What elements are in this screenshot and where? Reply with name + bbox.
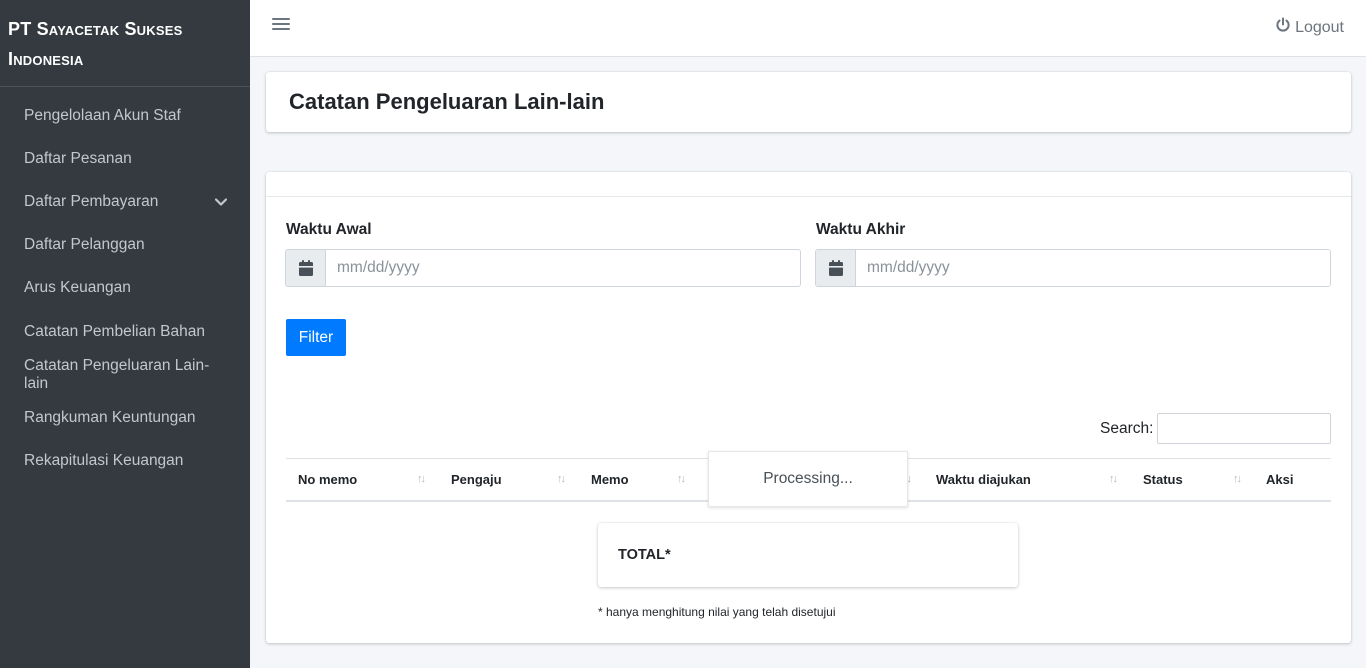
main-card: Waktu Awal Waktu Akhir Filter Search: No… (266, 172, 1351, 643)
page-title: Catatan Pengeluaran Lain-lain (289, 89, 605, 114)
column-header-waktu-diajukan[interactable]: Waktu diajukan (936, 459, 1031, 500)
column-header-aksi: Aksi (1266, 472, 1294, 487)
brand[interactable]: PT Sayacetak Sukses Indonesia (0, 0, 250, 87)
footnote: * hanya menghitung nilai yang telah dise… (598, 605, 836, 619)
column-header-pengaju[interactable]: Pengaju (451, 459, 502, 500)
sidebar-item-daftar-pesanan[interactable]: Daftar Pesanan (0, 137, 250, 180)
sidebar-item-catatan-pembelian-bahan[interactable]: Catatan Pembelian Bahan (0, 310, 250, 353)
page-header-card: Catatan Pengeluaran Lain-lain (266, 72, 1351, 132)
sort-icon[interactable]: ↑↓ (1233, 473, 1242, 485)
sidebar-item-catatan-pengeluaran-lain-lain[interactable]: Catatan Pengeluaran Lain-lain (0, 353, 250, 396)
logout-label: Logout (1295, 18, 1344, 36)
sidebar-item-label: Daftar Pembayaran (24, 192, 159, 210)
chevron-down-icon (214, 195, 228, 209)
sort-icon[interactable]: ↑↓ (557, 473, 566, 485)
total-box: TOTAL* (598, 523, 1018, 587)
sidebar-item-label: Rekapitulasi Keuangan (24, 452, 184, 470)
hamburger-icon[interactable] (272, 15, 290, 33)
sidebar-item-label: Daftar Pesanan (24, 149, 132, 167)
column-header-no-memo[interactable]: No memo (298, 459, 357, 500)
start-date-input[interactable] (326, 250, 800, 286)
sidebar-item-label: Rangkuman Keuntungan (24, 408, 196, 426)
sidebar-item-arus-keuangan[interactable]: Arus Keuangan (0, 267, 250, 310)
sidebar-item-label: Pengelolaan Akun Staf (24, 106, 181, 124)
search-input[interactable] (1157, 413, 1331, 444)
sidebar-item-label: Catatan Pengeluaran Lain-lain (24, 356, 210, 392)
brand-name-line1: PT Sayacetak Sukses (8, 19, 183, 39)
end-date-input[interactable] (856, 250, 1330, 286)
sort-icon[interactable]: ↑↓ (417, 473, 426, 485)
sidebar-item-label: Catatan Pembelian Bahan (24, 322, 205, 340)
card-divider (266, 196, 1351, 197)
power-icon (1275, 17, 1291, 38)
calendar-icon (816, 250, 856, 286)
logout-button[interactable]: Logout (1275, 17, 1344, 38)
sort-icon[interactable]: ↑↓ (677, 473, 686, 485)
sidebar-item-label: Arus Keuangan (24, 279, 131, 297)
start-date-group (285, 249, 801, 287)
filter-button[interactable]: Filter (286, 319, 346, 356)
sidebar-nav: Pengelolaan Akun Staf Daftar Pesanan Daf… (0, 87, 250, 483)
processing-indicator: Processing... (708, 451, 908, 507)
search-label: Search: (1100, 420, 1154, 437)
sidebar-item-rekapitulasi-keuangan[interactable]: Rekapitulasi Keuangan (0, 440, 250, 483)
sidebar: PT Sayacetak Sukses Indonesia Pengelolaa… (0, 0, 250, 668)
end-date-group (815, 249, 1331, 287)
end-date-label: Waktu Akhir (816, 221, 906, 238)
sidebar-item-pengelolaan-akun-staf[interactable]: Pengelolaan Akun Staf (0, 94, 250, 137)
sidebar-item-daftar-pelanggan[interactable]: Daftar Pelanggan (0, 224, 250, 267)
sort-icon[interactable]: ↑↓ (1109, 473, 1118, 485)
column-header-memo[interactable]: Memo (591, 459, 629, 500)
top-navbar: Logout (250, 0, 1366, 57)
sidebar-item-daftar-pembayaran[interactable]: Daftar Pembayaran (0, 180, 250, 223)
brand-name-line2: Indonesia (8, 49, 84, 69)
calendar-icon (286, 250, 326, 286)
column-header-status[interactable]: Status (1143, 459, 1183, 500)
sidebar-item-rangkuman-keuntungan[interactable]: Rangkuman Keuntungan (0, 396, 250, 439)
total-label: TOTAL* (618, 547, 671, 563)
start-date-label: Waktu Awal (286, 221, 372, 238)
sidebar-item-label: Daftar Pelanggan (24, 236, 145, 254)
